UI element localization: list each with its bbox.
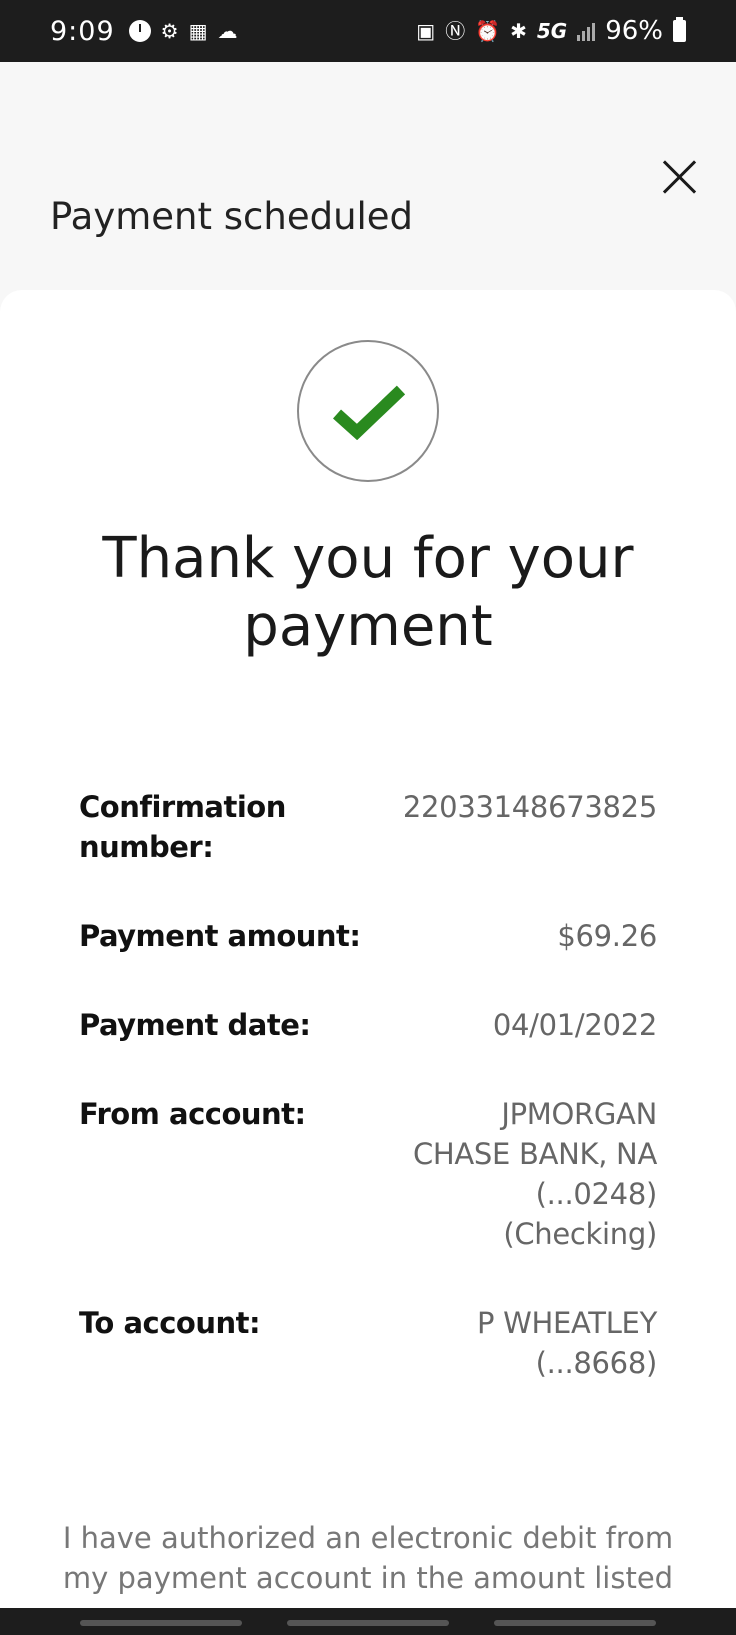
header <box>0 62 736 292</box>
detail-value: 04/01/2022 <box>492 1008 657 1042</box>
bluetooth-icon: ✱ <box>510 19 527 43</box>
alarm-icon: ⏰ <box>475 19 501 43</box>
cloud-icon: ☁ <box>217 19 238 43</box>
recycle-icon: ▣ <box>416 19 436 43</box>
close-button[interactable] <box>658 155 702 199</box>
detail-value: P WHEATLEY (...8668) <box>476 1306 657 1380</box>
thank-you-heading: Thank you for your payment <box>102 526 634 659</box>
status-bar: 9:09 ⚙ ▦ ☁ ▣ Ⓝ ⏰ ✱ 5G 96% <box>0 0 736 62</box>
nfc-icon: Ⓝ <box>445 19 466 43</box>
network-type-label: 5G <box>536 19 568 43</box>
clock-icon <box>128 20 151 42</box>
success-check-icon <box>297 340 439 482</box>
detail-label: Payment date: <box>79 1008 311 1042</box>
battery-percent: 96% <box>605 16 663 46</box>
detail-label: Payment amount: <box>79 919 361 953</box>
status-bar-right: ▣ Ⓝ ⏰ ✱ 5G 96% <box>416 16 686 46</box>
nav-home-button[interactable] <box>287 1620 449 1626</box>
navigation-bar <box>0 1608 736 1635</box>
status-time: 9:09 <box>50 15 115 47</box>
detail-row-payment-date: Payment date: 04/01/2022 <box>79 1005 657 1045</box>
battery-icon <box>673 17 686 42</box>
nav-recents-button[interactable] <box>80 1620 242 1626</box>
detail-row-to-account: To account: P WHEATLEY (...8668) <box>79 1303 657 1383</box>
detail-value: $69.26 <box>557 919 657 953</box>
detail-row-confirmation-number: Confirmation number: 22033148673825 <box>79 787 657 867</box>
status-bar-left: 9:09 ⚙ ▦ ☁ <box>50 16 237 47</box>
detail-row-from-account: From account: JPMORGAN CHASE BANK, NA (.… <box>79 1094 657 1254</box>
page-title: Payment scheduled <box>50 195 414 238</box>
confirmation-card <box>0 290 736 1635</box>
detail-label: From account: <box>79 1097 306 1131</box>
authorization-text: I have authorized an electronic debit fr… <box>62 1521 674 1595</box>
nav-back-button[interactable] <box>494 1620 656 1626</box>
detail-value: JPMORGAN CHASE BANK, NA (...0248) (Check… <box>412 1097 657 1251</box>
calendar-icon: ▦ <box>188 19 208 43</box>
detail-row-payment-amount: Payment amount: $69.26 <box>79 916 657 956</box>
detail-label: To account: <box>79 1306 261 1340</box>
detail-value: 22033148673825 <box>402 790 657 824</box>
detail-label: Confirmation number: <box>79 790 286 864</box>
signal-icon <box>577 21 596 41</box>
settings-gear-icon: ⚙ <box>160 19 179 43</box>
